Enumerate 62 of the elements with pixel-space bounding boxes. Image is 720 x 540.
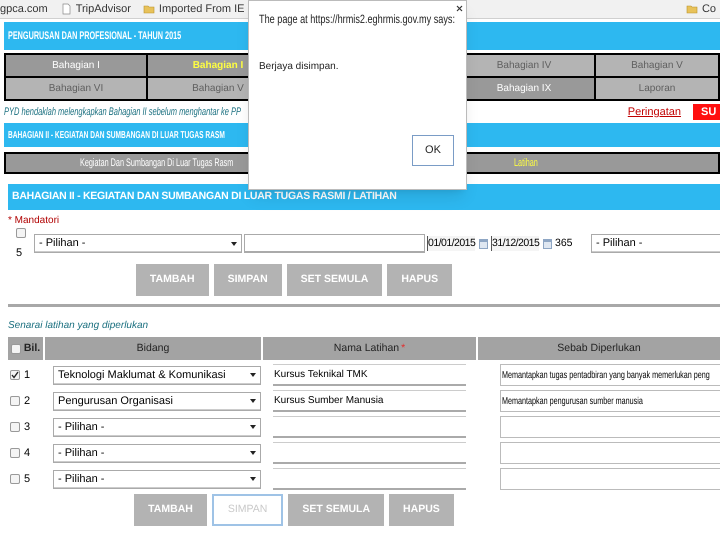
text-field[interactable]	[500, 442, 720, 464]
close-icon[interactable]	[456, 5, 463, 12]
calendar-icon[interactable]	[479, 238, 488, 248]
form-header: BAHAGIAN II - KEGIATAN DAN SUMBANGAN DI LUAR TUGAS RASMI / LATIHAN	[12, 189, 397, 204]
checkbox[interactable]	[10, 474, 20, 484]
caret-icon	[231, 240, 237, 246]
submit-button[interactable]: SU	[693, 104, 720, 120]
column-label: Bil.	[24, 340, 40, 356]
text-field[interactable]	[500, 416, 720, 438]
column-label: Nama Latihan	[334, 340, 400, 356]
text-field[interactable]	[500, 468, 720, 490]
text-field[interactable]: Kursus Sumber Manusia	[273, 390, 466, 412]
dropdown[interactable]: - Pilihan -	[53, 418, 261, 436]
column-header: Sebab Diperlukan	[478, 337, 720, 360]
bookmark-label[interactable]: Co	[702, 0, 716, 18]
ok-button[interactable]: OK	[412, 135, 454, 166]
row-number: 5	[24, 472, 30, 487]
checkbox[interactable]	[10, 370, 20, 380]
row-number: 1	[24, 368, 30, 383]
caret-icon	[250, 450, 256, 456]
checkbox[interactable]	[10, 396, 20, 406]
section-header: BAHAGIAN II - KEGIATAN DAN SUMBANGAN DI LUAR TUGAS RASM	[8, 128, 225, 142]
bookmark-label[interactable]: TripAdvisor	[76, 0, 131, 18]
date-field[interactable]: 31/12/2015	[491, 236, 540, 252]
dropdown[interactable]: - Pilihan -	[53, 444, 261, 462]
row-number: 4	[24, 446, 30, 461]
row-number: 5	[16, 246, 22, 261]
caret-icon	[250, 398, 256, 404]
text-field[interactable]	[244, 234, 425, 253]
folder-icon	[142, 3, 155, 15]
row-number: 3	[24, 420, 30, 435]
dropdown[interactable]: - Pilihan -	[53, 470, 261, 488]
page-title: PENGURUSAN DAN PROFESIONAL - TAHUN 2015	[8, 28, 182, 44]
day-count: 365	[555, 236, 574, 251]
caret-icon	[250, 372, 256, 378]
checkbox[interactable]	[10, 448, 20, 458]
text-field[interactable]: Memantapkan pengurusan sumber manusia	[500, 390, 720, 412]
dropdown[interactable]: - Pilihan -	[591, 234, 720, 253]
bookmark-item[interactable]: gpca.com	[0, 0, 48, 18]
caret-icon	[250, 476, 256, 482]
text-field[interactable]: Memantapkan tugas pentadbiran yang banyak memerlukan peng	[500, 364, 720, 386]
checkbox[interactable]	[10, 344, 21, 354]
dropdown[interactable]: - Pilihan -	[34, 234, 242, 253]
list-title: Senarai latihan yang diperlukan	[8, 319, 150, 333]
date-field[interactable]: 01/01/2015	[427, 236, 476, 252]
checkbox[interactable]	[16, 228, 26, 238]
mandatory-note: * Mandatori	[8, 214, 60, 228]
folder-icon	[686, 3, 698, 15]
dropdown[interactable]: Teknologi Maklumat & Komunikasi	[53, 366, 261, 384]
warning-link[interactable]: Peringatan	[628, 104, 689, 120]
checkbox[interactable]	[10, 422, 20, 432]
notice-text: PYD hendaklah melengkapkan Bahagian II sebelum menghantar ke PP	[4, 104, 242, 120]
caret-icon	[250, 424, 256, 430]
required-mark: *	[401, 340, 406, 356]
text-field[interactable]: Kursus Teknikal TMK	[273, 364, 466, 386]
page-icon	[60, 3, 72, 15]
column-header: Bidang	[45, 337, 261, 360]
dropdown[interactable]: Pengurusan Organisasi	[53, 392, 261, 410]
row-number: 2	[24, 394, 30, 409]
bookmark-label[interactable]: Imported From IE	[158, 0, 244, 18]
dialog-title: The page at https://hrmis2.eghrmis.gov.my says:	[259, 11, 455, 28]
calendar-icon[interactable]	[543, 238, 552, 248]
